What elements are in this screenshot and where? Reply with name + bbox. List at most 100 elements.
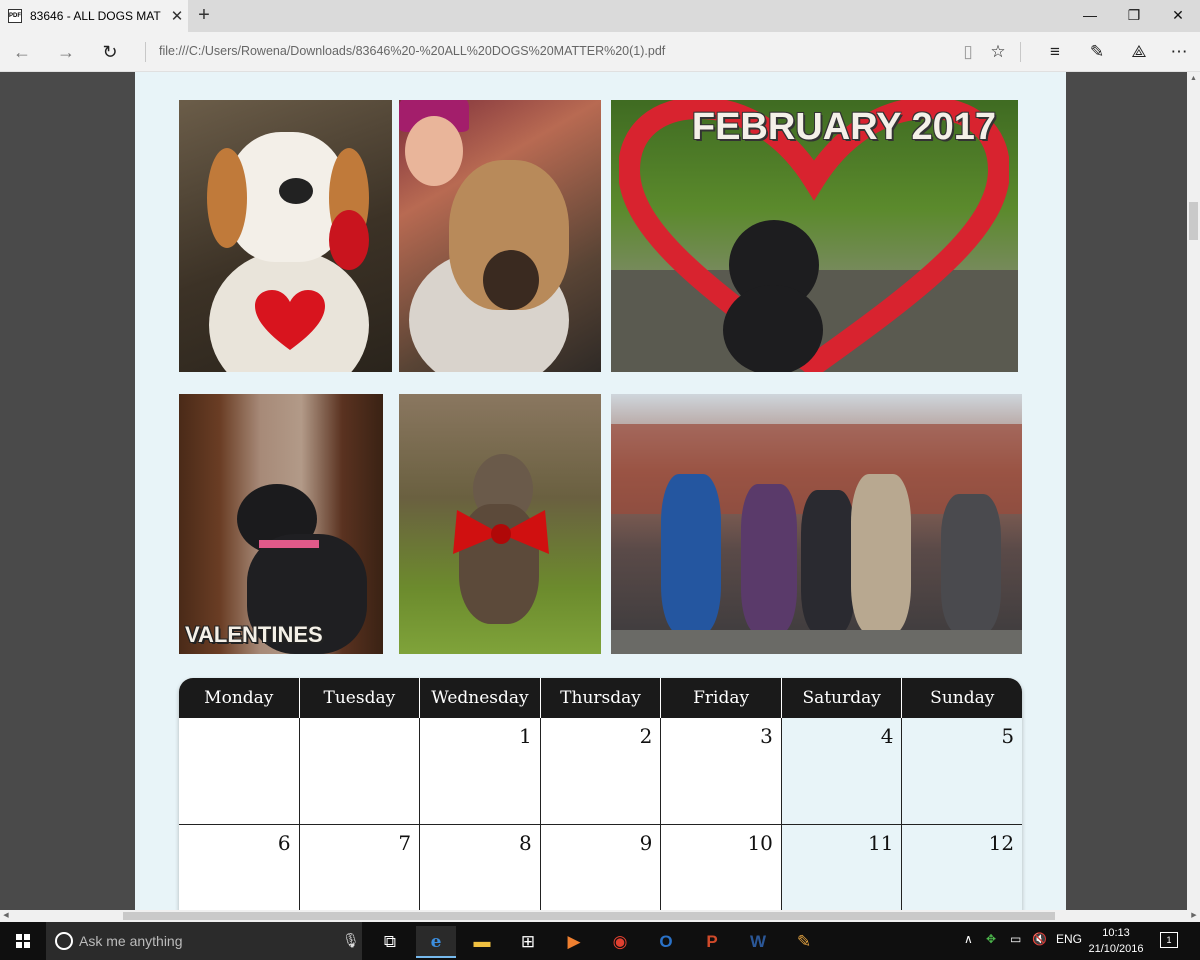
- web-note-icon[interactable]: ✎: [1082, 38, 1112, 66]
- date-number: 3: [760, 724, 773, 748]
- show-hidden-icons-icon[interactable]: ∧: [964, 932, 973, 946]
- paint-icon[interactable]: ✎: [784, 926, 824, 958]
- favorite-star-icon[interactable]: ☆: [983, 38, 1013, 66]
- photo-black-dog: VALENTINES: [179, 394, 383, 654]
- cortana-icon: [55, 932, 73, 950]
- taskbar: Ask me anything 🎙 ⧉ e ▬ ⊞ ▶ ◉ O P W ✎ ∧ …: [0, 922, 1200, 960]
- back-button[interactable]: ←: [6, 38, 38, 66]
- clock[interactable]: 10:13 21/10/2016: [1084, 925, 1148, 957]
- date-number: 6: [277, 831, 291, 855]
- photo-beagle: [179, 100, 392, 372]
- scroll-up-arrow-icon[interactable]: ▲: [1187, 72, 1200, 85]
- reading-view-icon[interactable]: ▯: [953, 38, 983, 66]
- puppy-muzzle: [483, 250, 539, 310]
- share-icon[interactable]: ⟁: [1124, 38, 1154, 66]
- photo-woman-with-puppy: [399, 100, 601, 372]
- valentines-label: VALENTINES: [185, 622, 323, 647]
- restore-button[interactable]: ❐: [1112, 0, 1156, 32]
- calendar-cell: 6: [179, 825, 300, 910]
- calendar-cell: 3: [661, 718, 782, 824]
- date-number: 5: [1001, 724, 1015, 748]
- windows-logo-icon: [16, 934, 30, 948]
- date-number: 12: [988, 831, 1015, 855]
- date-number: 10: [747, 831, 773, 855]
- horizontal-scrollbar[interactable]: ◀ ▶: [0, 910, 1200, 922]
- tab-close-icon[interactable]: ✕: [166, 7, 188, 25]
- scroll-right-arrow-icon[interactable]: ▶: [1188, 910, 1200, 922]
- action-center-icon[interactable]: 1: [1160, 932, 1178, 948]
- photo-brindle-dog: [399, 394, 601, 654]
- outlook-icon[interactable]: O: [646, 926, 686, 958]
- microphone-icon[interactable]: 🎙: [342, 932, 360, 949]
- calendar-cell: 2: [540, 718, 662, 824]
- day-header: Tuesday: [300, 678, 421, 718]
- date-number: 11: [868, 831, 894, 855]
- day-header: Monday: [179, 678, 300, 718]
- browser-tab[interactable]: PDF 83646 - ALL DOGS MAT ✕: [0, 0, 188, 32]
- horizontal-scroll-thumb[interactable]: [123, 912, 1055, 920]
- calendar-cell: 7: [299, 825, 421, 910]
- media-player-icon[interactable]: ▶: [554, 926, 594, 958]
- refresh-button[interactable]: ↻: [94, 38, 126, 66]
- new-tab-button[interactable]: +: [192, 2, 216, 30]
- person: [941, 494, 1001, 634]
- close-window-button[interactable]: ✕: [1156, 0, 1200, 32]
- photo-pug-heart-frame: FEBRUARY 2017: [611, 100, 1018, 372]
- red-bow-icon: [453, 510, 549, 554]
- calendar-cell: [299, 718, 421, 824]
- month-title: FEBRUARY 2017: [691, 106, 996, 148]
- cortana-search-box[interactable]: Ask me anything 🎙: [46, 922, 362, 960]
- task-view-icon[interactable]: ⧉: [370, 926, 410, 958]
- calendar-cell: 10: [661, 825, 782, 910]
- calendar-cell-weekend: 5: [902, 718, 1022, 824]
- powerpoint-icon[interactable]: P: [692, 926, 732, 958]
- calendar-cell-weekend: 11: [781, 825, 903, 910]
- word-icon[interactable]: W: [738, 926, 778, 958]
- day-header: Sunday: [930, 688, 995, 708]
- person: [801, 490, 855, 634]
- person: [741, 484, 797, 634]
- title-bar: PDF 83646 - ALL DOGS MAT ✕ + — ❐ ✕: [0, 0, 1200, 32]
- calendar-week: 6 7 8 9 10 11 12: [179, 825, 1022, 910]
- calendar-header: Monday Tuesday Wednesday Thursday Friday…: [179, 678, 1022, 718]
- calendar-cell: 1: [420, 718, 541, 824]
- pdf-page: FEBRUARY 2017 VALENTINES Monday Tuesday …: [135, 72, 1066, 910]
- store-icon[interactable]: ⊞: [508, 926, 548, 958]
- scroll-left-arrow-icon[interactable]: ◀: [0, 910, 12, 922]
- person: [851, 474, 911, 634]
- pug-body: [723, 285, 823, 372]
- pdf-viewer[interactable]: FEBRUARY 2017 VALENTINES Monday Tuesday …: [0, 72, 1200, 910]
- file-explorer-icon[interactable]: ▬: [462, 926, 502, 958]
- calendar-week: 1 2 3 4 5: [179, 718, 1022, 825]
- edge-browser-icon[interactable]: e: [416, 926, 456, 958]
- vertical-scroll-thumb[interactable]: [1189, 202, 1198, 240]
- date-number: 9: [639, 831, 653, 855]
- start-button[interactable]: [0, 922, 46, 960]
- network-icon[interactable]: ▭: [1010, 932, 1021, 946]
- calendar-cell-weekend: 12: [902, 825, 1022, 910]
- language-indicator[interactable]: ENG: [1056, 932, 1082, 946]
- dropbox-icon[interactable]: ✥: [986, 932, 996, 946]
- minimize-button[interactable]: —: [1068, 0, 1112, 32]
- chrome-icon[interactable]: ◉: [600, 926, 640, 958]
- dog-ear: [207, 148, 247, 248]
- date-number: 2: [639, 724, 653, 748]
- search-placeholder: Ask me anything: [79, 933, 183, 949]
- forward-button[interactable]: →: [50, 38, 82, 66]
- hub-icon[interactable]: ≡: [1040, 38, 1070, 66]
- woman-face: [405, 116, 463, 186]
- red-bow: [329, 210, 369, 270]
- clock-time: 10:13: [1102, 927, 1130, 939]
- path: [611, 630, 1022, 654]
- date-number: 1: [519, 724, 532, 748]
- day-header: Thursday: [541, 678, 662, 718]
- date-number: 7: [398, 831, 412, 855]
- vertical-scrollbar[interactable]: ▲: [1187, 72, 1200, 910]
- more-icon[interactable]: ⋯: [1164, 38, 1194, 66]
- volume-muted-icon[interactable]: 🔇: [1032, 932, 1047, 946]
- address-bar[interactable]: file:///C:/Users/Rowena/Downloads/83646%…: [159, 44, 665, 58]
- date-number: 4: [880, 724, 894, 748]
- dog-nose: [279, 178, 313, 204]
- day-header: Friday: [661, 678, 782, 718]
- calendar-cell: 8: [420, 825, 541, 910]
